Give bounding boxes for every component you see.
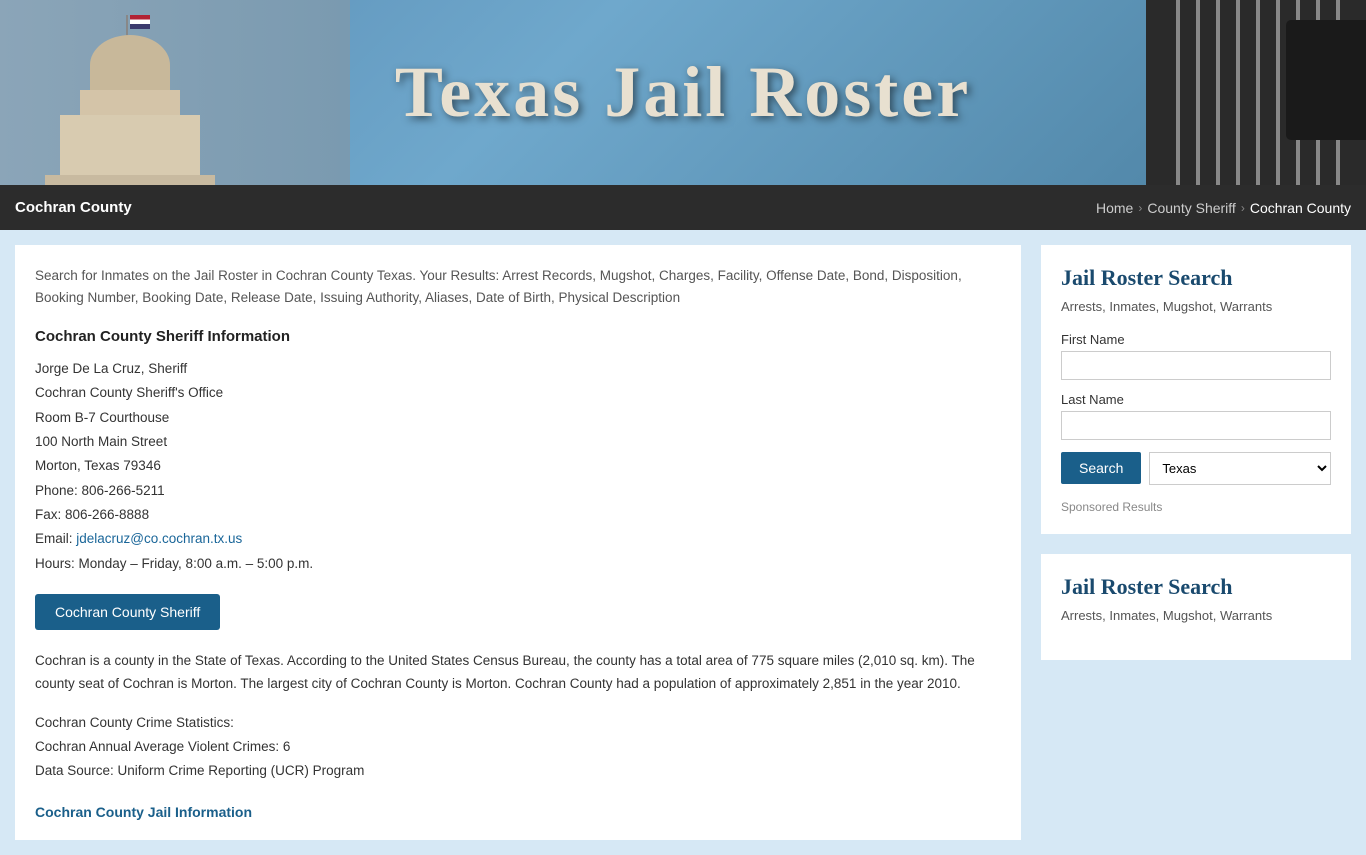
- main-container: Search for Inmates on the Jail Roster in…: [0, 230, 1366, 855]
- crime-stats: Cochran County Crime Statistics: Cochran…: [35, 711, 1001, 784]
- sheriff-office: Cochran County Sheriff's Office: [35, 381, 1001, 405]
- crime-stat-2: Data Source: Uniform Crime Reporting (UC…: [35, 759, 1001, 783]
- state-select[interactable]: AlabamaAlaskaArizonaArkansasCaliforniaCo…: [1149, 452, 1331, 485]
- search-title-2: Jail Roster Search: [1061, 574, 1331, 600]
- breadcrumb-sep-2: ›: [1241, 201, 1245, 215]
- last-name-input[interactable]: [1061, 411, 1331, 440]
- breadcrumb: Home › County Sheriff › Cochran County: [1096, 200, 1351, 216]
- search-card-2: Jail Roster Search Arrests, Inmates, Mug…: [1041, 554, 1351, 661]
- sheriff-email-link[interactable]: jdelacruz@co.cochran.tx.us: [76, 531, 242, 546]
- content-area: Search for Inmates on the Jail Roster in…: [15, 245, 1021, 840]
- banner-right-image: [1146, 0, 1366, 185]
- banner-left-image: [0, 0, 350, 185]
- crime-stats-title: Cochran County Crime Statistics:: [35, 711, 1001, 735]
- jail-info-title: Cochran County Jail Information: [35, 804, 1001, 820]
- sheriff-button[interactable]: Cochran County Sheriff: [35, 594, 220, 630]
- search-title-1: Jail Roster Search: [1061, 265, 1331, 291]
- hand-keys: [1286, 20, 1366, 140]
- breadcrumb-county-sheriff[interactable]: County Sheriff: [1147, 200, 1235, 216]
- navbar: Cochran County Home › County Sheriff › C…: [0, 185, 1366, 230]
- banner-title-text: Texas Jail Roster: [395, 52, 971, 132]
- sidebar: Jail Roster Search Arrests, Inmates, Mug…: [1041, 245, 1351, 840]
- breadcrumb-sep-1: ›: [1138, 201, 1142, 215]
- intro-text: Search for Inmates on the Jail Roster in…: [35, 265, 1001, 308]
- sheriff-address: 100 North Main Street: [35, 430, 1001, 454]
- banner-title: Texas Jail Roster: [395, 51, 971, 134]
- sheriff-section-title: Cochran County Sheriff Information: [35, 328, 1001, 345]
- breadcrumb-current: Cochran County: [1250, 200, 1351, 216]
- search-row: Search AlabamaAlaskaArizonaArkansasCalif…: [1061, 452, 1331, 485]
- sheriff-email: Email: jdelacruz@co.cochran.tx.us: [35, 527, 1001, 551]
- breadcrumb-home[interactable]: Home: [1096, 200, 1133, 216]
- first-name-group: First Name: [1061, 332, 1331, 380]
- navbar-site-name: Cochran County: [15, 199, 132, 216]
- last-name-label: Last Name: [1061, 392, 1331, 407]
- search-button[interactable]: Search: [1061, 452, 1141, 484]
- sheriff-room: Room B-7 Courthouse: [35, 406, 1001, 430]
- first-name-label: First Name: [1061, 332, 1331, 347]
- sheriff-fax: Fax: 806-266-8888: [35, 503, 1001, 527]
- first-name-input[interactable]: [1061, 351, 1331, 380]
- county-description: Cochran is a county in the State of Texa…: [35, 650, 1001, 696]
- sheriff-city: Morton, Texas 79346: [35, 454, 1001, 478]
- sheriff-info: Jorge De La Cruz, Sheriff Cochran County…: [35, 357, 1001, 576]
- sheriff-phone: Phone: 806-266-5211: [35, 479, 1001, 503]
- search-subtitle-2: Arrests, Inmates, Mugshot, Warrants: [1061, 606, 1331, 626]
- header-banner: Texas Jail Roster: [0, 0, 1366, 185]
- search-subtitle-1: Arrests, Inmates, Mugshot, Warrants: [1061, 297, 1331, 317]
- capitol-dome: [30, 15, 230, 185]
- crime-stat-1: Cochran Annual Average Violent Crimes: 6: [35, 735, 1001, 759]
- sponsored-label: Sponsored Results: [1061, 500, 1331, 514]
- last-name-group: Last Name: [1061, 392, 1331, 440]
- sheriff-name: Jorge De La Cruz, Sheriff: [35, 357, 1001, 381]
- sheriff-hours: Hours: Monday – Friday, 8:00 a.m. – 5:00…: [35, 552, 1001, 576]
- search-card-1: Jail Roster Search Arrests, Inmates, Mug…: [1041, 245, 1351, 534]
